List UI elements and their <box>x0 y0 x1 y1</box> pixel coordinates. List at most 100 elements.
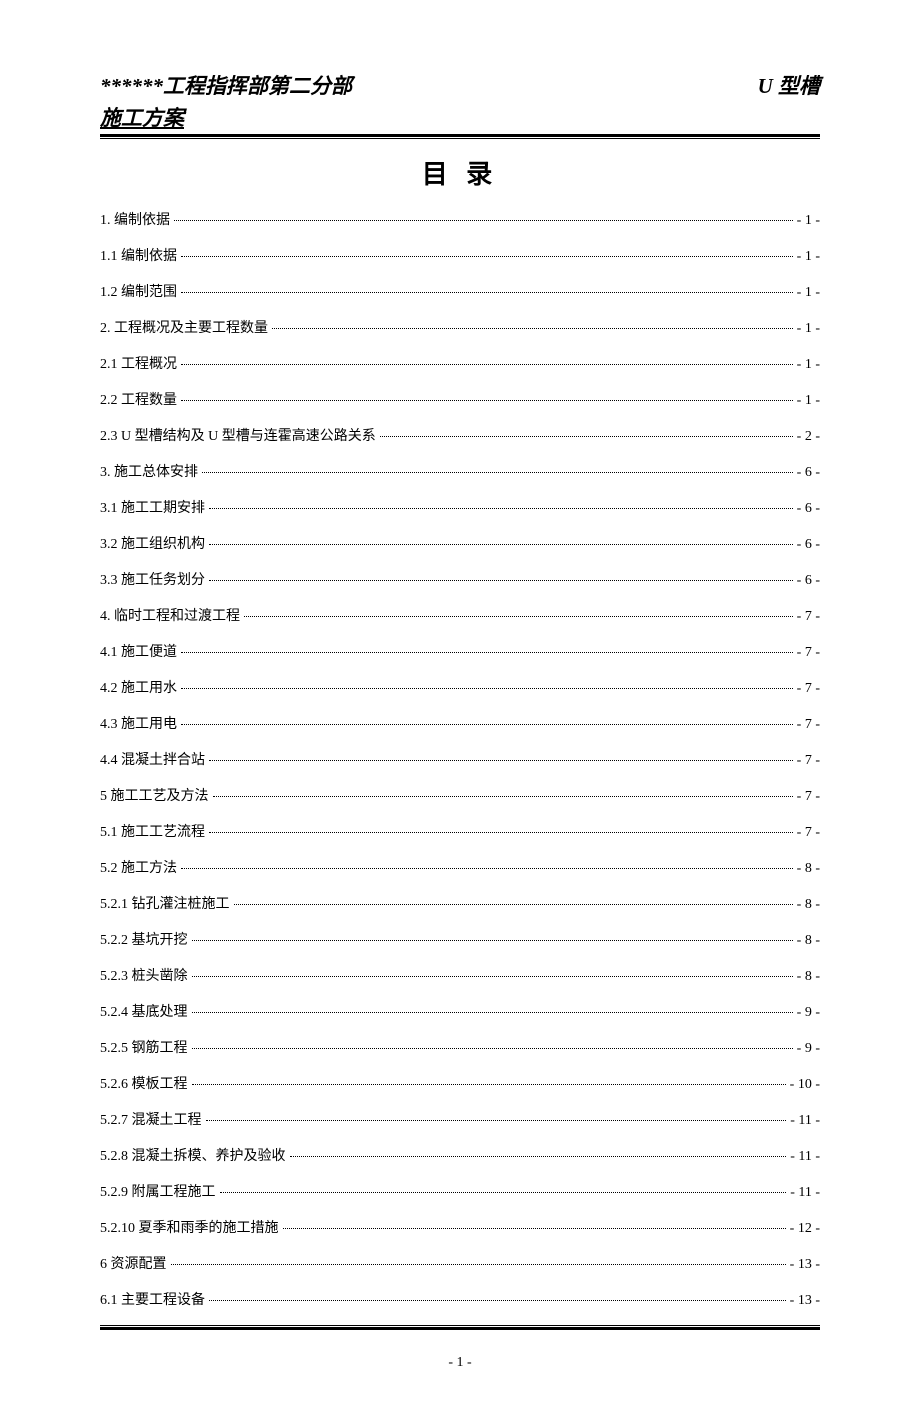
toc-item: 5.2.4 基底处理- 9 - <box>100 1001 820 1021</box>
toc-item: 5.2.5 钢筋工程 - 9 - <box>100 1037 820 1057</box>
toc-dots <box>181 364 793 365</box>
page-number: - 1 - <box>100 1355 820 1371</box>
toc-item-label: 5.2.8 混凝土拆模、养护及验收 <box>100 1145 286 1165</box>
toc-dots <box>206 1120 787 1121</box>
toc-dots <box>192 1048 793 1049</box>
toc-item-page: - 10 - <box>790 1077 820 1093</box>
toc-item: 5.2.8 混凝土拆模、养护及验收 - 11 - <box>100 1145 820 1165</box>
toc-item: 5 施工工艺及方法 - 7 - <box>100 785 820 805</box>
toc-item-page: - 7 - <box>797 753 820 769</box>
toc-item-label: 5.2.6 模板工程 <box>100 1073 188 1093</box>
toc-item-page: - 9 - <box>797 1041 820 1057</box>
toc-dots <box>290 1156 787 1157</box>
toc-item-label: 4.4 混凝土拌合站 <box>100 749 205 769</box>
toc-item-label: 4.1 施工便道 <box>100 641 177 661</box>
toc-item-page: - 7 - <box>797 681 820 697</box>
toc-item-label: 5.2.7 混凝土工程 <box>100 1109 202 1129</box>
toc-item: 3.2 施工组织机构 - 6 - <box>100 533 820 553</box>
toc-item: 5.1 施工工艺流程 - 7 - <box>100 821 820 841</box>
toc-item: 4.3 施工用电- 7 - <box>100 713 820 733</box>
toc-dots <box>272 328 793 329</box>
toc-dots <box>174 220 793 221</box>
toc-item-page: - 13 - <box>790 1257 820 1273</box>
toc-item-label: 5.2.3 桩头凿除 <box>100 965 188 985</box>
toc-item: 1. 编制依据 - 1 - <box>100 209 820 229</box>
toc-item-page: - 8 - <box>797 969 820 985</box>
toc-item-page: - 11 - <box>790 1149 820 1165</box>
header-right-text: U 型槽 <box>758 70 820 100</box>
toc-item-label: 5.2.1 钻孔灌注桩施工 <box>100 893 230 913</box>
toc-title: 目 录 <box>100 154 820 191</box>
toc-item-page: - 1 - <box>797 213 820 229</box>
toc-list: 1. 编制依据- 1 -1.1 编制依据- 1 -1.2 编制范围- 1 -2.… <box>100 209 820 1309</box>
toc-item-label: 6 资源配置 <box>100 1253 167 1273</box>
toc-item-page: - 1 - <box>797 321 820 337</box>
toc-item-page: - 7 - <box>797 789 820 805</box>
toc-dots <box>192 1012 793 1013</box>
toc-item-page: - 6 - <box>797 501 820 517</box>
header-divider <box>100 134 820 139</box>
toc-item: 4. 临时工程和过渡工程- 7 - <box>100 605 820 625</box>
footer-divider <box>100 1325 820 1330</box>
toc-dots <box>192 976 793 977</box>
toc-item-page: - 13 - <box>790 1293 820 1309</box>
toc-dots <box>181 688 793 689</box>
toc-item: 2.2 工程数量- 1 - <box>100 389 820 409</box>
toc-item: 3.3 施工任务划分- 6 - <box>100 569 820 589</box>
toc-dots <box>181 724 793 725</box>
toc-dots <box>209 760 793 761</box>
toc-item: 3.1 施工工期安排- 6 - <box>100 497 820 517</box>
toc-dots <box>209 580 793 581</box>
toc-item-label: 5.2.5 钢筋工程 <box>100 1037 188 1057</box>
toc-item: 2.3 U 型槽结构及 U 型槽与连霍高速公路关系 - 2 - <box>100 425 820 445</box>
toc-item-page: - 1 - <box>797 249 820 265</box>
header-subtitle: 施工方案 <box>100 102 820 132</box>
toc-item-label: 6.1 主要工程设备 <box>100 1289 205 1309</box>
toc-dots <box>181 652 793 653</box>
toc-item-label: 5.2.4 基底处理 <box>100 1001 188 1021</box>
toc-item: 5.2 施工方法- 8 - <box>100 857 820 877</box>
toc-item: 1.2 编制范围- 1 - <box>100 281 820 301</box>
toc-item-page: - 8 - <box>797 897 820 913</box>
toc-item: 5.2.10 夏季和雨季的施工措施- 12 - <box>100 1217 820 1237</box>
toc-dots <box>244 616 793 617</box>
toc-item-page: - 7 - <box>797 717 820 733</box>
toc-dots <box>283 1228 786 1229</box>
toc-item-label: 4. 临时工程和过渡工程 <box>100 605 240 625</box>
toc-item-page: - 11 - <box>790 1185 820 1201</box>
toc-item-label: 5.1 施工工艺流程 <box>100 821 205 841</box>
toc-item-label: 2.1 工程概况 <box>100 353 177 373</box>
toc-item: 5.2.1 钻孔灌注桩施工 - 8 - <box>100 893 820 913</box>
toc-item-page: - 1 - <box>797 357 820 373</box>
toc-dots <box>209 832 793 833</box>
toc-item-label: 3.3 施工任务划分 <box>100 569 205 589</box>
toc-item: 1.1 编制依据- 1 - <box>100 245 820 265</box>
toc-item: 2. 工程概况及主要工程数量- 1 - <box>100 317 820 337</box>
toc-item-label: 5.2.10 夏季和雨季的施工措施 <box>100 1217 279 1237</box>
toc-item-label: 5 施工工艺及方法 <box>100 785 209 805</box>
toc-item-page: - 8 - <box>797 933 820 949</box>
toc-item-label: 5.2.9 附属工程施工 <box>100 1181 216 1201</box>
toc-dots <box>181 256 793 257</box>
toc-item-label: 2.3 U 型槽结构及 U 型槽与连霍高速公路关系 <box>100 425 376 445</box>
toc-item-page: - 1 - <box>797 393 820 409</box>
toc-item: 6.1 主要工程设备 - 13 - <box>100 1289 820 1309</box>
header-left-text: ******工程指挥部第二分部 <box>100 70 352 100</box>
toc-item: 6 资源配置 - 13 - <box>100 1253 820 1273</box>
toc-item-label: 1. 编制依据 <box>100 209 170 229</box>
toc-item: 3. 施工总体安排- 6 - <box>100 461 820 481</box>
toc-dots <box>234 904 793 905</box>
toc-item-page: - 2 - <box>797 429 820 445</box>
toc-item-label: 3.2 施工组织机构 <box>100 533 205 553</box>
toc-dots <box>209 544 793 545</box>
toc-item: 4.4 混凝土拌合站 - 7 - <box>100 749 820 769</box>
toc-dots <box>209 508 793 509</box>
toc-item-page: - 6 - <box>797 537 820 553</box>
toc-dots <box>181 292 793 293</box>
toc-item-label: 5.2.2 基坑开挖 <box>100 929 188 949</box>
toc-item-page: - 8 - <box>797 861 820 877</box>
toc-item-page: - 7 - <box>797 825 820 841</box>
toc-item: 5.2.9 附属工程施工 - 11 - <box>100 1181 820 1201</box>
toc-dots <box>181 868 793 869</box>
toc-dots <box>202 472 793 473</box>
